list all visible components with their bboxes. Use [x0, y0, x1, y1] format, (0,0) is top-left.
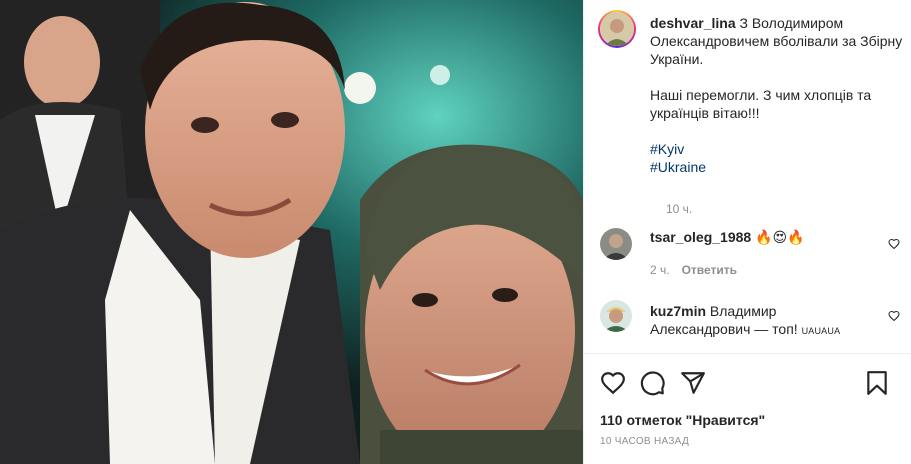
comment-time: 2 ч. — [650, 263, 670, 277]
comment-username[interactable]: tsar_oleg_1988 — [650, 229, 751, 245]
like-comment-heart-icon[interactable] — [888, 238, 900, 250]
post-details-panel: deshvar_lina З Володимиром Олександрович… — [583, 0, 911, 464]
like-comment-heart-icon[interactable] — [888, 310, 900, 322]
caption-paragraph: Наші перемогли. З чим хлопців та українц… — [650, 87, 872, 121]
likes-count[interactable]: 110 отметок "Нравится" — [600, 412, 765, 428]
hashtag-kyiv[interactable]: #Kyiv — [650, 140, 905, 158]
comment-username[interactable]: kuz7min — [650, 303, 706, 319]
heart-icon[interactable] — [600, 370, 626, 396]
author-username[interactable]: deshvar_lina — [650, 15, 736, 31]
share-icon[interactable] — [680, 370, 706, 396]
post-photo-image — [0, 0, 583, 464]
comment-text: tsar_oleg_1988 🔥😍🔥 — [650, 228, 870, 246]
comment-body: 🔥😍🔥 — [755, 229, 805, 245]
comment-item: tsar_oleg_1988 🔥😍🔥 2 ч. Ответить — [600, 228, 900, 280]
action-bar — [600, 370, 900, 396]
caption-text: deshvar_lina З Володимиром Олександрович… — [650, 14, 905, 176]
caption-time: 10 ч. — [666, 202, 693, 216]
comment-icon[interactable] — [640, 370, 666, 396]
comment-item: kuz7min Владимир Александрович — топ! UA… — [600, 300, 900, 342]
divider — [584, 353, 911, 354]
hashtag-ukraine[interactable]: #Ukraine — [650, 158, 905, 176]
comment-text: kuz7min Владимир Александрович — топ! UA… — [650, 302, 870, 340]
comment-meta: 2 ч. Ответить — [650, 263, 737, 277]
commenter-avatar[interactable] — [600, 228, 632, 260]
commenter-avatar[interactable] — [600, 300, 632, 332]
author-avatar[interactable] — [600, 12, 634, 46]
reply-button[interactable]: Ответить — [682, 263, 737, 277]
bookmark-icon[interactable] — [864, 370, 890, 396]
post-photo[interactable] — [0, 0, 583, 464]
comment-badge: UAUAUA — [801, 326, 841, 336]
post-timestamp: 10 ЧАСОВ НАЗАД — [600, 436, 690, 447]
